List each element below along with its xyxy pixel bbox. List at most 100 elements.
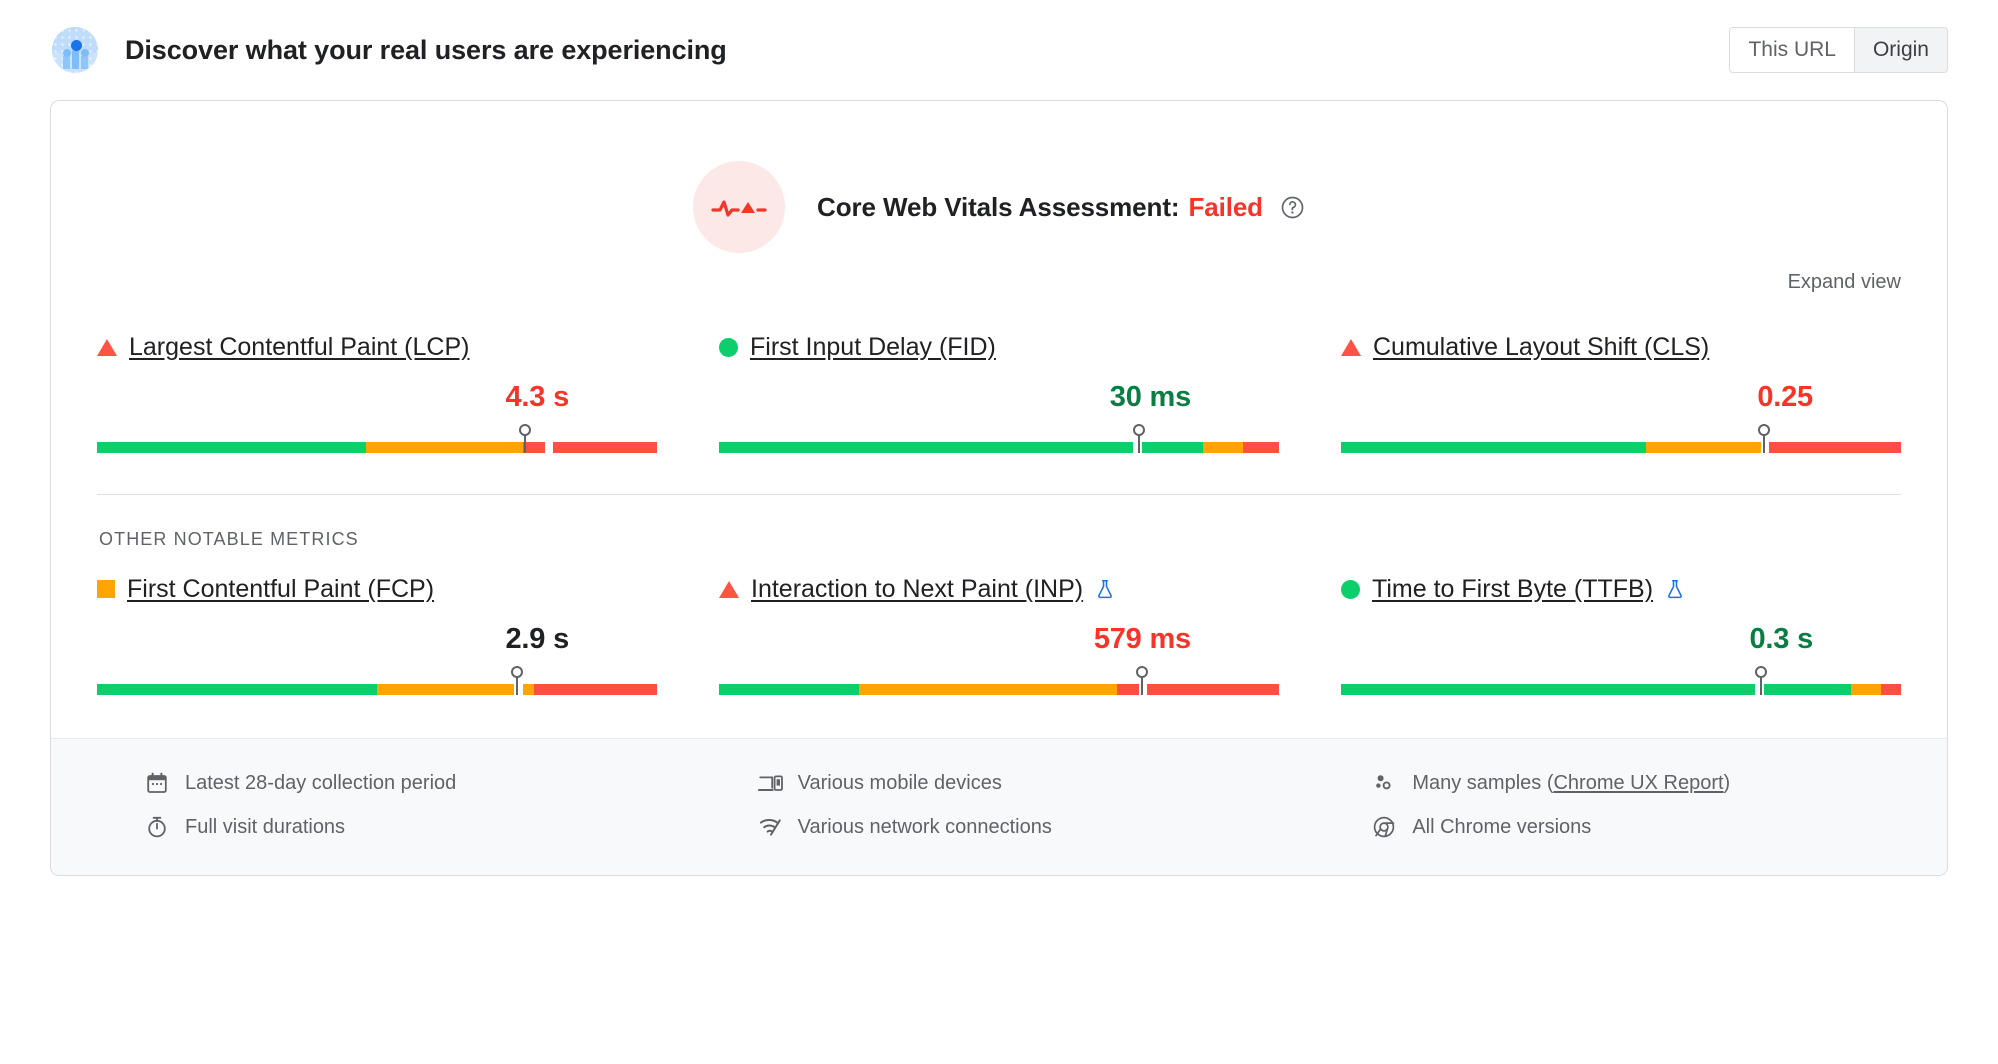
- metric-name-link[interactable]: Largest Contentful Paint (LCP): [129, 333, 469, 362]
- metric-value: 30 ms: [1109, 381, 1191, 413]
- network-signal-icon: [758, 815, 784, 839]
- data-source-footer: Latest 28-day collection period Full visi…: [51, 738, 1947, 875]
- metric-rating-marker: [97, 338, 117, 356]
- toggle-origin[interactable]: Origin: [1853, 28, 1947, 72]
- triangle-poor-icon: [719, 580, 739, 598]
- metric-distribution-bar: [1341, 666, 1901, 696]
- metric-distribution-bar: [719, 424, 1279, 454]
- metric-name-link[interactable]: Cumulative Layout Shift (CLS): [1373, 333, 1709, 362]
- bar-segment-good: [1141, 442, 1204, 453]
- footer-column-1: Various mobile devices Various network co…: [712, 761, 1287, 849]
- bar-segment-gap: [1133, 442, 1141, 453]
- metric-header: First Contentful Paint (FCP): [97, 572, 657, 606]
- bar-segment-good: [719, 684, 859, 695]
- users-chart-icon: [52, 27, 98, 73]
- expand-view-button[interactable]: Expand view: [1788, 271, 1901, 294]
- metric-header: Time to First Byte (TTFB): [1341, 572, 1901, 606]
- bar-segment-gap: [1761, 442, 1769, 453]
- bar-segment-poor: [533, 684, 657, 695]
- chrome-icon: [1372, 815, 1398, 839]
- footer-item-label: All Chrome versions: [1412, 815, 1592, 838]
- bar-segment-gap: [1755, 684, 1763, 695]
- metric-rating-marker: [719, 337, 738, 357]
- metric-distribution-bar: [719, 666, 1279, 696]
- help-circle-icon[interactable]: [1280, 195, 1305, 220]
- footer-item: Various network connections: [758, 805, 1287, 849]
- bar-segment-poor: [1116, 684, 1139, 695]
- footer-item: All Chrome versions: [1372, 805, 1901, 849]
- toggle-this-url[interactable]: This URL: [1730, 28, 1854, 72]
- bar-segment-poor: [1147, 684, 1279, 695]
- metric-other-2: Time to First Byte (TTFB) 0.3 s: [1341, 572, 1901, 696]
- bar-segment-average: [365, 442, 523, 453]
- bar-segment-average: [1203, 442, 1243, 453]
- samples-dots-icon: [1372, 771, 1398, 795]
- metric-rating-marker: [1341, 338, 1361, 356]
- bar-segment-poor: [522, 442, 545, 453]
- footer-item: Full visit durations: [145, 805, 672, 849]
- bar-segment-good: [97, 684, 377, 695]
- footer-item-label: Full visit durations: [185, 815, 346, 838]
- metric-value: 579 ms: [1093, 623, 1191, 655]
- bar-segment-good: [1763, 684, 1851, 695]
- metric-rating-marker: [719, 580, 739, 598]
- metric-name-link[interactable]: First Input Delay (FID): [750, 333, 996, 362]
- footer-item: Many samples (Chrome UX Report): [1372, 761, 1901, 805]
- footer-item-label: Various mobile devices: [797, 771, 1002, 794]
- metric-header: First Input Delay (FID): [719, 330, 1279, 364]
- expand-view-row: Expand view: [51, 253, 1947, 294]
- metric-distribution-bar: [97, 424, 657, 454]
- metric-core-0: Largest Contentful Paint (LCP) 4.3 s: [97, 330, 657, 454]
- footer-item-label: Many samples (Chrome UX Report): [1412, 771, 1731, 794]
- footer-column-2: Many samples (Chrome UX Report) All Chrom…: [1326, 761, 1901, 849]
- bar-segment-average: [859, 684, 1117, 695]
- page-title: Discover what your real users are experi…: [125, 34, 727, 65]
- footer-item-label: Various network connections: [797, 815, 1052, 838]
- metric-name-link[interactable]: First Contentful Paint (FCP): [127, 575, 434, 604]
- pulse-alert-icon: [693, 161, 786, 253]
- metric-distribution-bar: [1341, 424, 1901, 454]
- bar-segment-poor: [1881, 684, 1901, 695]
- bar-segment-poor: [1242, 442, 1279, 453]
- bar-segment-good: [1341, 442, 1647, 453]
- calendar-icon: [145, 771, 171, 795]
- bar-segment-average: [377, 684, 515, 695]
- pagespeed-field-data-panel: Discover what your real users are experi…: [0, 0, 1998, 1064]
- metric-core-2: Cumulative Layout Shift (CLS) 0.25: [1341, 330, 1901, 454]
- cwv-assessment-label: Core Web Vitals Assessment:: [817, 191, 1180, 222]
- bar-segment-poor: [1769, 442, 1901, 453]
- scope-toggle-group: This URL Origin: [1729, 27, 1948, 73]
- bar-segment-gap: [1139, 684, 1147, 695]
- other-metrics-title: OTHER NOTABLE METRICS: [99, 529, 359, 549]
- metric-name-link[interactable]: Time to First Byte (TTFB): [1372, 575, 1653, 604]
- bar-segment-average: [522, 684, 534, 695]
- bar-segment-good: [1341, 684, 1756, 695]
- metric-header: Cumulative Layout Shift (CLS): [1341, 330, 1901, 364]
- bar-segment-poor: [553, 442, 657, 453]
- core-web-vitals-metrics: Largest Contentful Paint (LCP) 4.3 s First…: [51, 294, 1947, 454]
- triangle-poor-icon: [1341, 338, 1361, 356]
- metric-value: 4.3 s: [505, 381, 570, 413]
- metric-value: 0.3 s: [1749, 623, 1814, 655]
- footer-item: Various mobile devices: [757, 761, 1287, 805]
- bar-segment-average: [1646, 442, 1761, 453]
- bar-segment-good: [97, 442, 366, 453]
- metric-name-link[interactable]: Interaction to Next Paint (INP): [751, 575, 1083, 604]
- metric-header: Largest Contentful Paint (LCP): [97, 330, 657, 364]
- stopwatch-icon: [145, 815, 171, 839]
- bar-segment-good: [719, 442, 1134, 453]
- cwv-assessment-text: Core Web Vitals Assessment: Failed: [817, 192, 1305, 223]
- other-notable-metrics: First Contentful Paint (FCP) 2.9 s Interac…: [51, 550, 1947, 696]
- cwv-assessment-status: Failed: [1188, 191, 1263, 222]
- flask-icon: [1094, 577, 1116, 601]
- square-average-icon: [97, 580, 115, 598]
- bar-segment-gap: [545, 442, 553, 453]
- cwv-assessment: Core Web Vitals Assessment: Failed: [51, 101, 1947, 253]
- footer-column-0: Latest 28-day collection period Full visi…: [97, 761, 672, 849]
- bar-segment-average: [1850, 684, 1882, 695]
- metric-rating-marker: [97, 580, 115, 598]
- chrome-ux-report-link[interactable]: Chrome UX Report: [1553, 772, 1723, 794]
- devices-icon: [757, 771, 784, 795]
- metric-header: Interaction to Next Paint (INP): [719, 572, 1279, 606]
- panel-header: Discover what your real users are experi…: [50, 0, 1948, 100]
